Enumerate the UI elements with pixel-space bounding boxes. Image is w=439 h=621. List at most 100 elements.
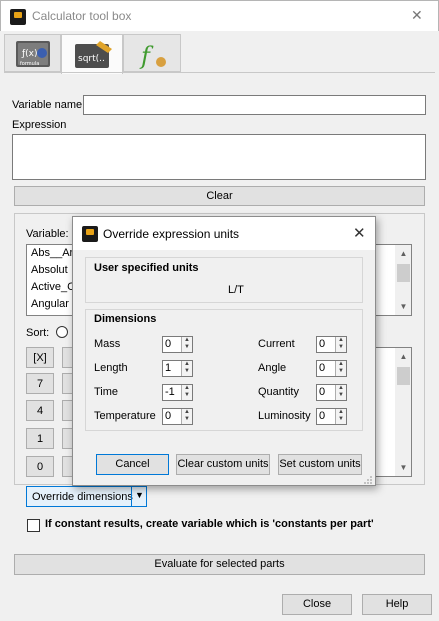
luminosity-stepper[interactable]: 0 ▲ ▼ (316, 408, 347, 425)
spin-down-icon: ▼ (338, 416, 344, 422)
spin-down-icon: ▼ (184, 392, 190, 398)
scroll-down-icon[interactable]: ▼ (395, 459, 411, 476)
dim-label-angle: Angle (258, 362, 287, 374)
length-value: 1 (165, 362, 172, 374)
clear-button[interactable]: Clear (14, 186, 425, 206)
sort-label: Sort: (26, 327, 50, 339)
quantity-stepper[interactable]: 0 ▲ ▼ (316, 384, 347, 401)
current-value: 0 (319, 338, 326, 350)
spin-down-icon: ▼ (338, 368, 344, 374)
set-custom-units-button[interactable]: Set custom units (278, 454, 362, 475)
calc-button-0[interactable]: 0 (26, 456, 54, 477)
spin-down-icon: ▼ (184, 344, 190, 350)
calc-button-bracket-x[interactable]: [X] (26, 347, 54, 368)
constant-checkbox[interactable] (27, 519, 40, 532)
dim-label-luminosity: Luminosity (258, 410, 311, 422)
tab-strip-border (4, 72, 435, 73)
expression-textarea[interactable] (12, 134, 426, 180)
spin-arrows[interactable]: ▲ ▼ (335, 337, 346, 352)
spin-up-icon: ▲ (338, 337, 344, 343)
spin-up-icon: ▲ (338, 361, 344, 367)
variable-list-scrollbar[interactable]: ▲ ▼ (395, 245, 411, 315)
svg-text:formula: formula (20, 61, 39, 67)
scroll-up-icon[interactable]: ▲ (395, 348, 411, 365)
cancel-button[interactable]: Cancel (96, 454, 169, 475)
spin-down-icon: ▼ (338, 392, 344, 398)
length-stepper[interactable]: 1 ▲ ▼ (162, 360, 193, 377)
scroll-down-icon[interactable]: ▼ (395, 298, 411, 315)
window-titlebar: Calculator tool box ✕ (0, 0, 439, 31)
expression-label: Expression (12, 119, 67, 131)
tab-sqrt[interactable]: sqrt(.. (61, 34, 123, 74)
dim-label-quantity: Quantity (258, 386, 299, 398)
resize-grip-icon[interactable] (363, 475, 373, 485)
override-dimensions-label: Override dimensions (32, 491, 133, 503)
spin-arrows[interactable]: ▲ ▼ (181, 337, 192, 352)
temperature-stepper[interactable]: 0 ▲ ▼ (162, 408, 193, 425)
evaluate-button[interactable]: Evaluate for selected parts (14, 554, 425, 575)
spin-down-icon: ▼ (184, 368, 190, 374)
help-button[interactable]: Help (362, 594, 432, 615)
angle-value: 0 (319, 362, 326, 374)
sort-radio[interactable] (56, 326, 68, 338)
user-units-value: L/T (228, 284, 244, 296)
dialog-close-icon[interactable]: ✕ (353, 224, 366, 242)
scroll-thumb[interactable] (397, 264, 410, 282)
spin-arrows[interactable]: ▲ ▼ (335, 361, 346, 376)
function-tab-icon: f (139, 42, 166, 70)
angle-stepper[interactable]: 0 ▲ ▼ (316, 360, 347, 377)
formula-tab-icon: ƒ(x) formula (16, 41, 50, 67)
constant-checkbox-label: If constant results, create variable whi… (45, 518, 374, 530)
dialog-titlebar: Override expression units ✕ (73, 217, 375, 250)
function-list-scrollbar[interactable]: ▲ ▼ (395, 348, 411, 476)
user-units-group: User specified units L/T (85, 257, 363, 303)
spin-arrows[interactable]: ▲ ▼ (181, 409, 192, 424)
clear-custom-units-button[interactable]: Clear custom units (176, 454, 270, 475)
luminosity-value: 0 (319, 410, 326, 422)
variable-name-label: Variable name (12, 99, 83, 111)
window-title: Calculator tool box (32, 9, 132, 23)
time-value: -1 (165, 386, 175, 398)
spin-arrows[interactable]: ▲ ▼ (335, 409, 346, 424)
dialog-title: Override expression units (103, 227, 240, 241)
window-close-icon[interactable]: ✕ (411, 7, 423, 24)
spin-arrows[interactable]: ▲ ▼ (335, 385, 346, 400)
svg-text:f: f (139, 42, 154, 70)
user-units-title: User specified units (94, 262, 199, 274)
time-stepper[interactable]: -1 ▲ ▼ (162, 384, 193, 401)
override-dimensions-dropdown[interactable]: Override dimensions ▼ (26, 486, 147, 507)
app-icon (10, 9, 26, 25)
override-units-dialog: Override expression units ✕ User specifi… (72, 216, 376, 486)
dimensions-title: Dimensions (94, 313, 157, 325)
tab-formula[interactable]: ƒ(x) formula (4, 34, 61, 72)
dim-label-length: Length (94, 362, 128, 374)
spin-up-icon: ▲ (184, 361, 190, 367)
variable-name-input[interactable] (83, 95, 426, 115)
svg-text:sqrt(..: sqrt(.. (78, 54, 105, 64)
spin-arrows[interactable]: ▲ ▼ (181, 385, 192, 400)
chevron-down-icon[interactable]: ▼ (135, 490, 144, 500)
app-icon (82, 226, 98, 242)
mass-stepper[interactable]: 0 ▲ ▼ (162, 336, 193, 353)
current-stepper[interactable]: 0 ▲ ▼ (316, 336, 347, 353)
dim-label-current: Current (258, 338, 295, 350)
calc-button-1[interactable]: 1 (26, 428, 54, 449)
calc-button-4[interactable]: 4 (26, 400, 54, 421)
dimensions-group: Dimensions Mass 0 ▲ ▼ Length 1 ▲ ▼ Time -1… (85, 309, 363, 431)
quantity-value: 0 (319, 386, 326, 398)
tab-function[interactable]: f (123, 34, 181, 72)
mass-value: 0 (165, 338, 172, 350)
scroll-thumb[interactable] (397, 367, 410, 385)
spin-up-icon: ▲ (338, 385, 344, 391)
close-button[interactable]: Close (282, 594, 352, 615)
dim-label-temperature: Temperature (94, 410, 156, 422)
dim-label-time: Time (94, 386, 119, 398)
sqrt-tab-icon: sqrt(.. (75, 41, 112, 68)
temperature-value: 0 (165, 410, 172, 422)
dim-label-mass: Mass (94, 338, 121, 350)
spin-arrows[interactable]: ▲ ▼ (181, 361, 192, 376)
spin-down-icon: ▼ (338, 344, 344, 350)
scroll-up-icon[interactable]: ▲ (395, 245, 411, 262)
spin-up-icon: ▲ (184, 337, 190, 343)
calc-button-7[interactable]: 7 (26, 373, 54, 394)
